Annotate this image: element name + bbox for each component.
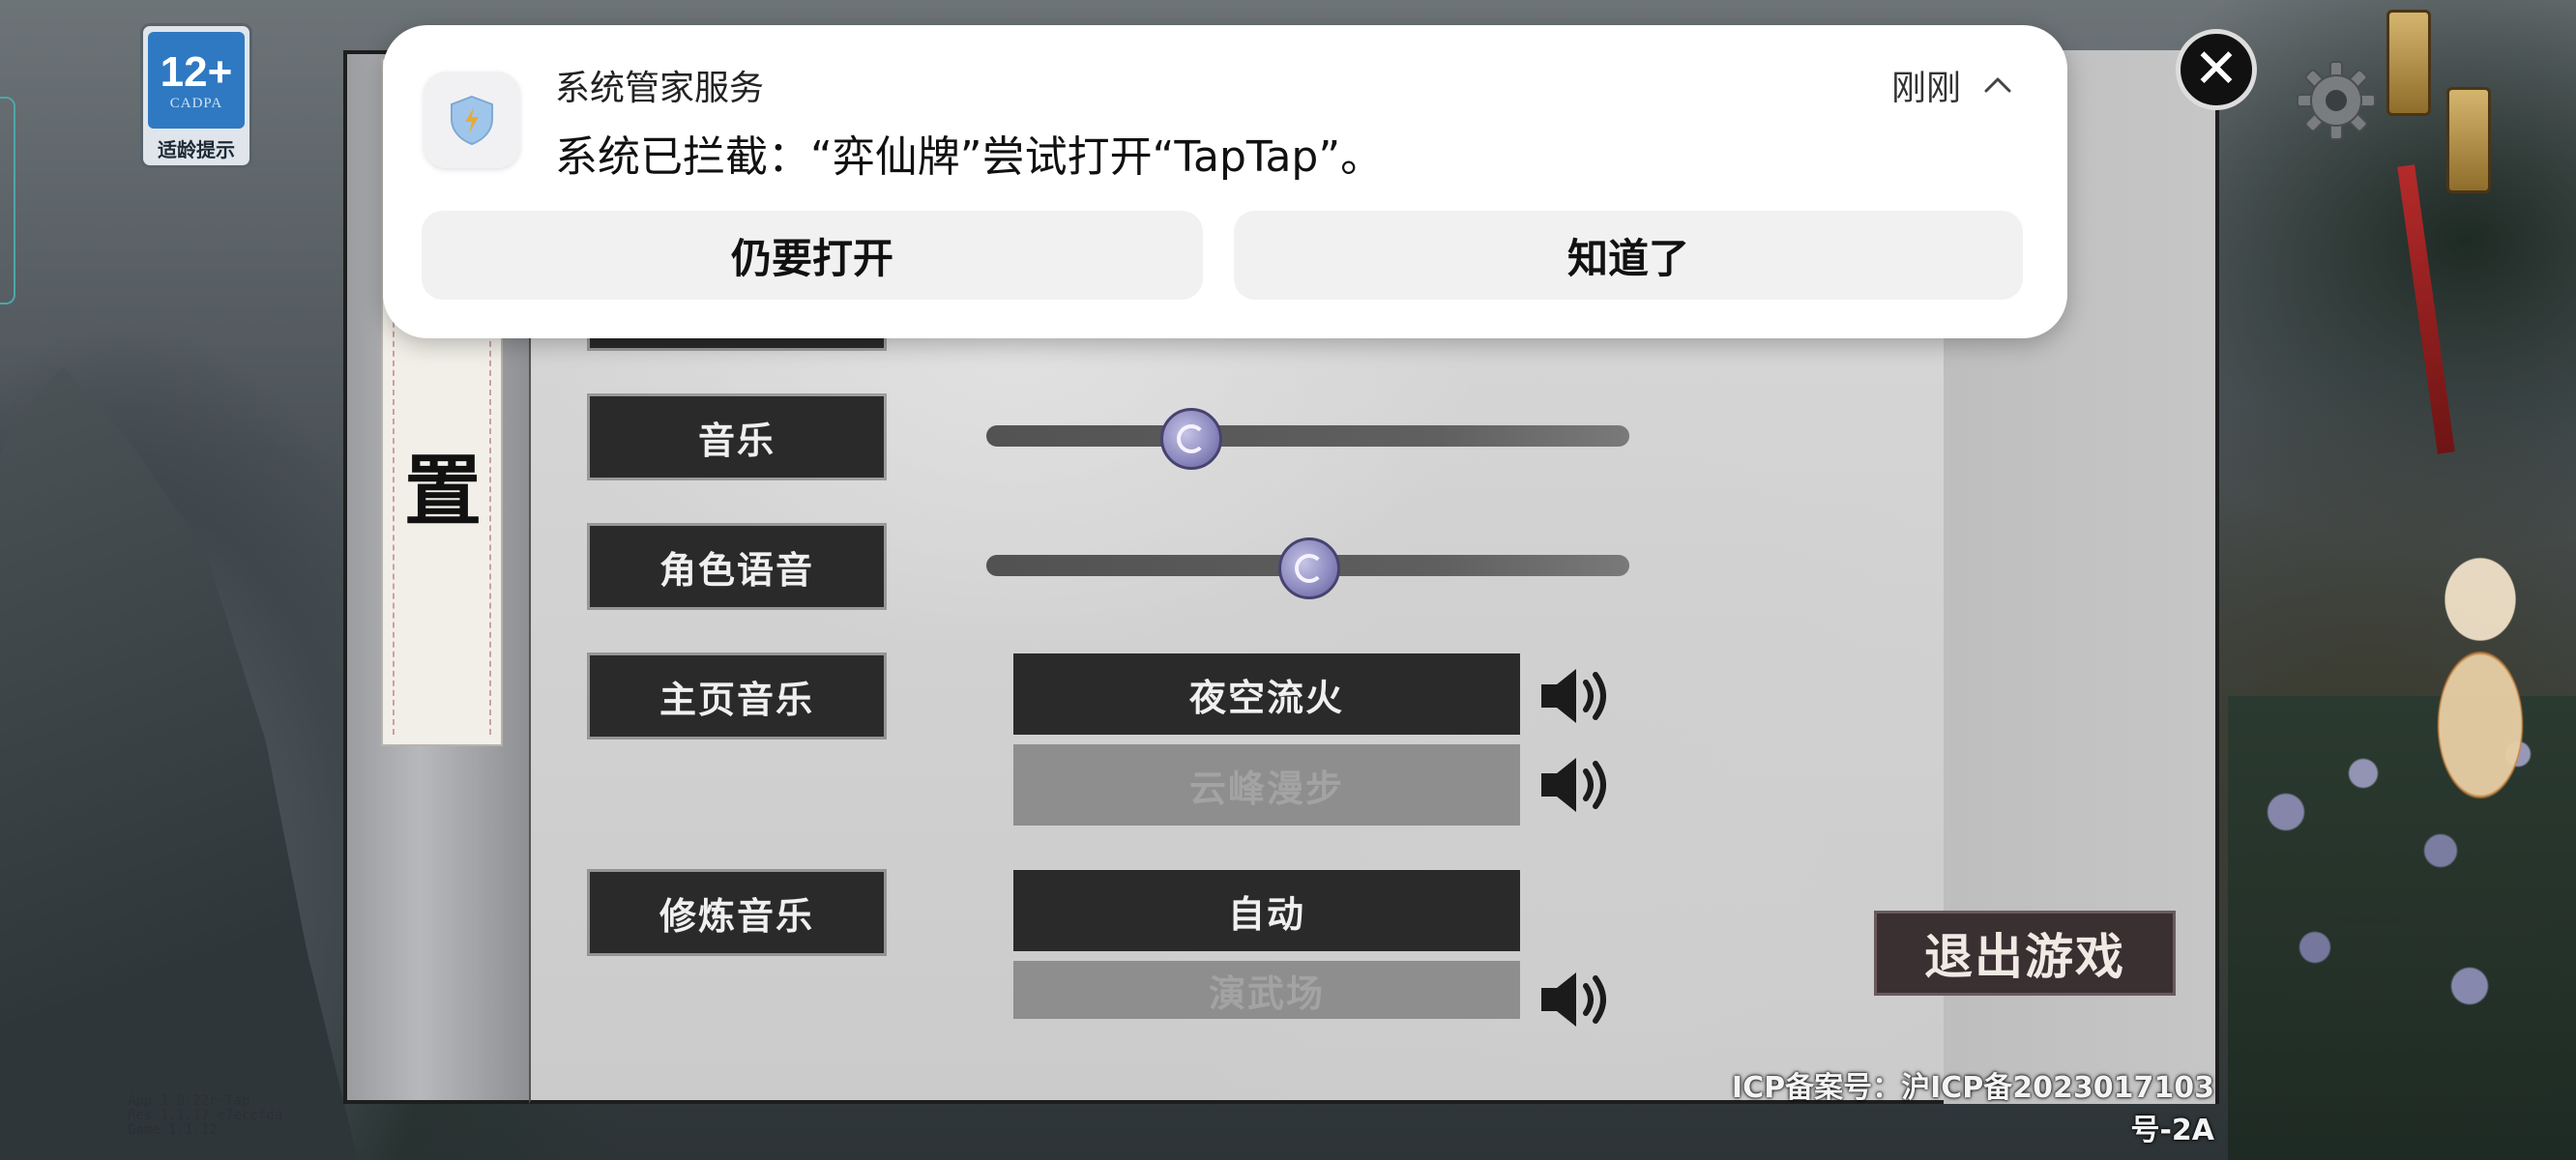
- notification-time: 刚刚: [1890, 69, 1961, 108]
- settings-tab-label: 置: [404, 446, 482, 536]
- version-line: App 1.0.22r-Tap: [128, 1093, 250, 1109]
- exit-game-button[interactable]: 退出游戏: [1874, 911, 2176, 996]
- swirl-icon: [1177, 424, 1206, 453]
- music-volume-knob[interactable]: [1160, 408, 1222, 470]
- age-rating-org: CADPA: [169, 95, 223, 111]
- app-icon: [424, 72, 520, 168]
- open-anyway-button[interactable]: 仍要打开: [422, 211, 1203, 300]
- version-info: App 1.0.22r-Tap Res 1.1.17 e7eccfda Game…: [128, 1094, 282, 1138]
- speaker-icon[interactable]: [1536, 754, 1613, 816]
- music-label: 音乐: [590, 396, 884, 478]
- speaker-icon[interactable]: [1536, 665, 1613, 727]
- version-line: Game 1.1.12: [128, 1122, 218, 1138]
- wind-chime-lantern: [2386, 10, 2431, 116]
- shield-lightning-icon: [451, 95, 493, 146]
- train-music-label: 修炼音乐: [590, 872, 884, 953]
- age-rating: 12+: [160, 47, 233, 96]
- age-rating-box: 12+ CADPA: [148, 32, 245, 129]
- chevron-up-icon[interactable]: [1982, 70, 2013, 101]
- age-rating-badge[interactable]: 12+ CADPA 适龄提示: [140, 23, 252, 168]
- train-music-option-selected[interactable]: 自动: [1013, 870, 1520, 951]
- speaker-icon[interactable]: [1536, 969, 1613, 1030]
- icp-license: ICP备案号：沪ICP备2023017103号-2A: [1731, 1071, 2214, 1147]
- voice-label: 角色语音: [590, 526, 884, 607]
- wind-chime-lantern: [2446, 87, 2491, 193]
- system-notification[interactable]: 系统管家服务 刚刚 系统已拦截：“弈仙牌”尝试打开“TapTap”。 仍要打开 …: [383, 25, 2067, 338]
- music-volume-slider[interactable]: [986, 425, 1629, 447]
- gear-icon[interactable]: [2294, 58, 2379, 143]
- notification-app-name: 系统管家服务: [555, 69, 765, 108]
- train-music-option[interactable]: 演武场: [1013, 961, 1520, 1019]
- cat-character: [2408, 541, 2553, 812]
- notification-message: 系统已拦截：“弈仙牌”尝试打开“TapTap”。: [555, 132, 1384, 182]
- got-it-button[interactable]: 知道了: [1234, 211, 2023, 300]
- home-music-label: 主页音乐: [590, 655, 884, 737]
- home-music-option[interactable]: 云峰漫步: [1013, 744, 1520, 826]
- voice-volume-knob[interactable]: [1278, 537, 1340, 599]
- edge-handle[interactable]: [0, 97, 15, 304]
- version-line: Res 1.1.17 e7eccfda: [128, 1108, 283, 1123]
- age-rating-tip: 适龄提示: [158, 138, 235, 161]
- close-icon[interactable]: ✕: [2176, 29, 2257, 110]
- swirl-icon: [1295, 554, 1324, 583]
- home-music-option-selected[interactable]: 夜空流火: [1013, 653, 1520, 735]
